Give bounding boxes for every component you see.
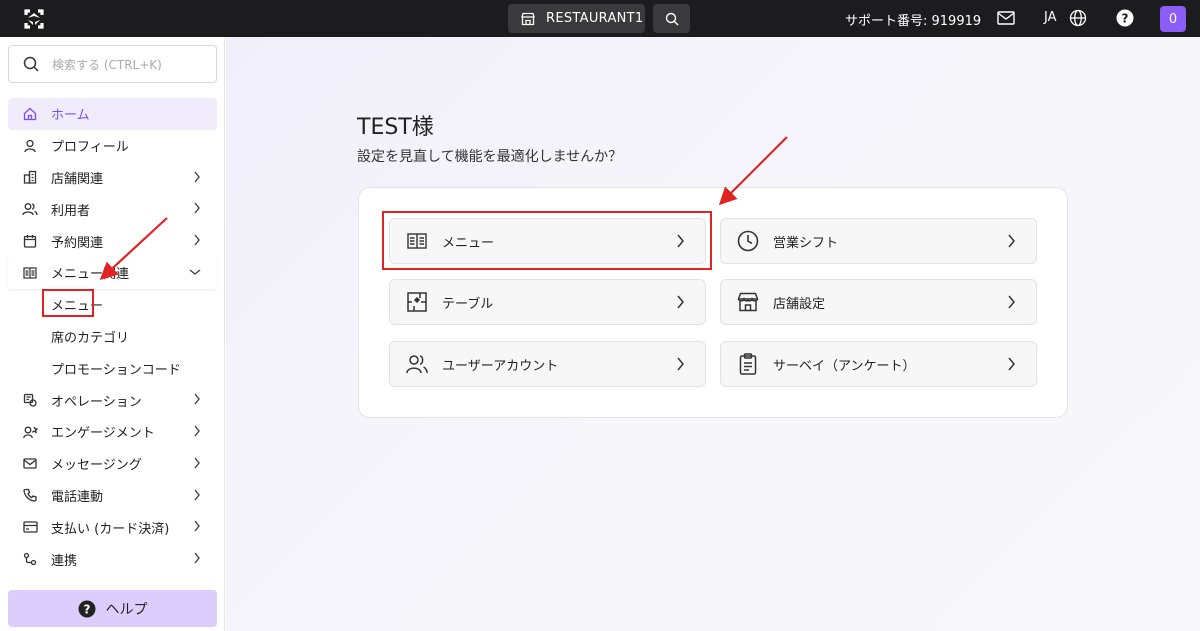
- annotation-arrow-tile: [718, 136, 788, 206]
- annotation-arrow-sidebar: [99, 217, 168, 280]
- annotation-arrows: [99, 136, 788, 280]
